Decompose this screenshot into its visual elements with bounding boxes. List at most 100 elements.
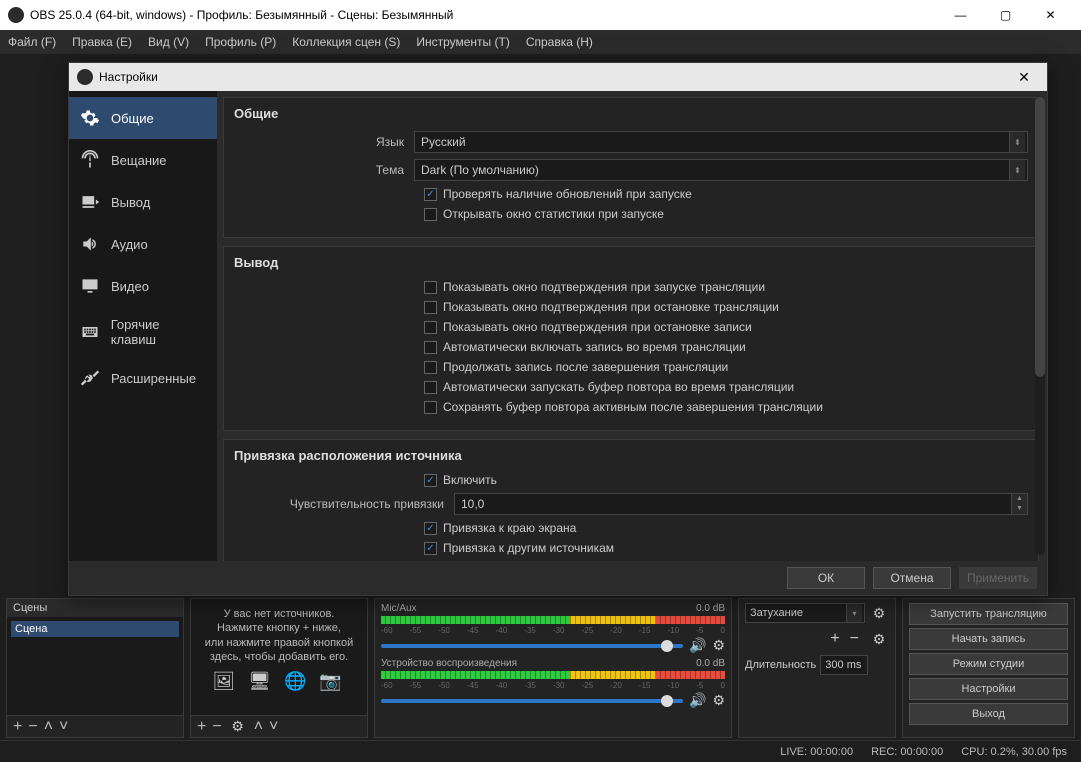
transition-settings-button[interactable]: ⚙	[869, 603, 889, 623]
gear-icon[interactable]: ⚙	[712, 637, 725, 654]
dialog-close-button[interactable]: ✕	[1009, 69, 1039, 86]
speaker-icon[interactable]: 🔊	[689, 692, 706, 709]
language-select[interactable]: Русский ⬍	[414, 131, 1028, 153]
scene-add-button[interactable]: +	[13, 718, 22, 736]
checkbox-label: Автоматически запускать буфер повтора во…	[443, 380, 794, 394]
theme-value: Dark (По умолчанию)	[421, 163, 539, 177]
sidebar-item-advanced[interactable]: Расширенные	[69, 357, 217, 399]
ok-button[interactable]: ОК	[787, 567, 865, 589]
open-stats-checkbox[interactable]	[424, 208, 437, 221]
scene-up-button[interactable]: ˄	[44, 718, 53, 736]
speaker-icon	[79, 233, 101, 255]
menu-edit[interactable]: Правка (E)	[72, 35, 132, 49]
checkbox-label: Сохранять буфер повтора активным после з…	[443, 400, 823, 414]
source-add-button[interactable]: +	[197, 718, 206, 736]
chevron-down-icon[interactable]: ▼	[1012, 504, 1027, 514]
exit-button[interactable]: Выход	[909, 703, 1068, 725]
start-recording-button[interactable]: Начать запись	[909, 628, 1068, 650]
keep-replay-buffer-checkbox[interactable]	[424, 401, 437, 414]
confirm-stop-record-checkbox[interactable]	[424, 321, 437, 334]
menu-scene-collection[interactable]: Коллекция сцен (S)	[292, 35, 400, 49]
checkbox-label: Привязка к краю экрана	[443, 521, 576, 535]
source-settings-button[interactable]: ⚙	[228, 717, 248, 737]
check-updates-checkbox[interactable]	[424, 188, 437, 201]
gear-icon[interactable]: ⚙	[712, 692, 725, 709]
volume-slider[interactable]	[381, 644, 683, 648]
sidebar-item-video[interactable]: Видео	[69, 265, 217, 307]
transition-select[interactable]: Затухание ▾	[745, 603, 865, 623]
auto-record-checkbox[interactable]	[424, 341, 437, 354]
mixer-panel: Mic/Aux 0.0 dB -60-55-50-45-40-35-30-25-…	[374, 598, 732, 738]
gear-icon	[79, 107, 101, 129]
close-button[interactable]: ✕	[1028, 0, 1073, 30]
chevron-up-icon[interactable]: ▲	[1012, 494, 1027, 504]
apply-button[interactable]: Применить	[959, 567, 1037, 589]
sidebar-item-audio[interactable]: Аудио	[69, 223, 217, 265]
scrollbar[interactable]	[1035, 97, 1045, 555]
duration-input[interactable]: 300 ms	[820, 655, 868, 675]
snap-screen-edge-checkbox[interactable]	[424, 522, 437, 535]
audio-meter	[381, 671, 725, 679]
sidebar-item-output[interactable]: Вывод	[69, 181, 217, 223]
cancel-button[interactable]: Отмена	[873, 567, 951, 589]
audio-meter	[381, 616, 725, 624]
mixer-track-db: 0.0 dB	[696, 603, 725, 614]
group-title: Привязка расположения источника	[234, 448, 1028, 463]
transitions-panel: Затухание ▾ ⚙ + − ⚙ Длительность 300 ms	[738, 598, 896, 738]
minimize-button[interactable]: —	[938, 0, 983, 30]
sidebar-item-stream[interactable]: Вещание	[69, 139, 217, 181]
confirm-stop-stream-checkbox[interactable]	[424, 301, 437, 314]
checkbox-label: Продолжать запись после завершения транс…	[443, 360, 728, 374]
mixer-track-name: Устройство воспроизведения	[381, 658, 517, 669]
menu-view[interactable]: Вид (V)	[148, 35, 189, 49]
sources-empty-text: или нажмите правой кнопкой	[199, 636, 359, 650]
transition-remove-button[interactable]: −	[850, 630, 859, 648]
speaker-icon[interactable]: 🔊	[689, 637, 706, 654]
sources-empty-text: здесь, чтобы добавить его.	[199, 650, 359, 664]
menu-help[interactable]: Справка (H)	[526, 35, 593, 49]
group-title: Вывод	[234, 255, 1028, 270]
volume-slider[interactable]	[381, 699, 683, 703]
controls-panel: Запустить трансляцию Начать запись Режим…	[902, 598, 1075, 738]
maximize-button[interactable]: ▢	[983, 0, 1028, 30]
duration-value: 300 ms	[825, 659, 861, 671]
scene-down-button[interactable]: ˅	[59, 718, 68, 736]
snap-enable-checkbox[interactable]	[424, 474, 437, 487]
snap-sensitivity-input[interactable]: 10,0 ▲▼	[454, 493, 1028, 515]
gear-icon[interactable]: ⚙	[869, 629, 889, 649]
status-live: LIVE: 00:00:00	[780, 746, 853, 758]
settings-sidebar: Общие Вещание Вывод Аудио Видео	[69, 91, 217, 561]
auto-replay-buffer-checkbox[interactable]	[424, 381, 437, 394]
sources-placeholder-icons: 🖼 🖥 🌐 📷	[199, 670, 359, 693]
menu-tools[interactable]: Инструменты (T)	[416, 35, 509, 49]
studio-mode-button[interactable]: Режим студии	[909, 653, 1068, 675]
start-streaming-button[interactable]: Запустить трансляцию	[909, 603, 1068, 625]
source-up-button[interactable]: ˄	[254, 718, 263, 736]
sidebar-item-label: Вывод	[111, 195, 150, 210]
scene-item[interactable]: Сцена	[11, 621, 179, 637]
source-remove-button[interactable]: −	[212, 718, 221, 736]
transition-add-button[interactable]: +	[830, 630, 839, 648]
snap-sensitivity-label: Чувствительность привязки	[234, 497, 454, 511]
source-down-button[interactable]: ˅	[269, 718, 278, 736]
sidebar-item-hotkeys[interactable]: Горячие клавиш	[69, 307, 217, 357]
sources-empty-text: У вас нет источников.	[199, 607, 359, 621]
keep-recording-checkbox[interactable]	[424, 361, 437, 374]
app-icon	[8, 7, 24, 23]
settings-button[interactable]: Настройки	[909, 678, 1068, 700]
sources-empty-text: Нажмите кнопку + ниже,	[199, 621, 359, 635]
checkbox-label: Показывать окно подтверждения при остано…	[443, 300, 779, 314]
theme-select[interactable]: Dark (По умолчанию) ⬍	[414, 159, 1028, 181]
menu-profile[interactable]: Профиль (P)	[205, 35, 276, 49]
sidebar-item-label: Аудио	[111, 237, 148, 252]
scene-remove-button[interactable]: −	[28, 718, 37, 736]
confirm-start-stream-checkbox[interactable]	[424, 281, 437, 294]
menu-file[interactable]: Файл (F)	[8, 35, 56, 49]
meter-ticks: -60-55-50-45-40-35-30-25-20-15-10-50	[381, 626, 725, 635]
mixer-track-name: Mic/Aux	[381, 603, 417, 614]
statusbar: LIVE: 00:00:00 REC: 00:00:00 CPU: 0.2%, …	[0, 740, 1081, 762]
snap-other-sources-checkbox[interactable]	[424, 542, 437, 555]
sidebar-item-general[interactable]: Общие	[69, 97, 217, 139]
antenna-icon	[79, 149, 101, 171]
sidebar-item-label: Расширенные	[111, 371, 196, 386]
